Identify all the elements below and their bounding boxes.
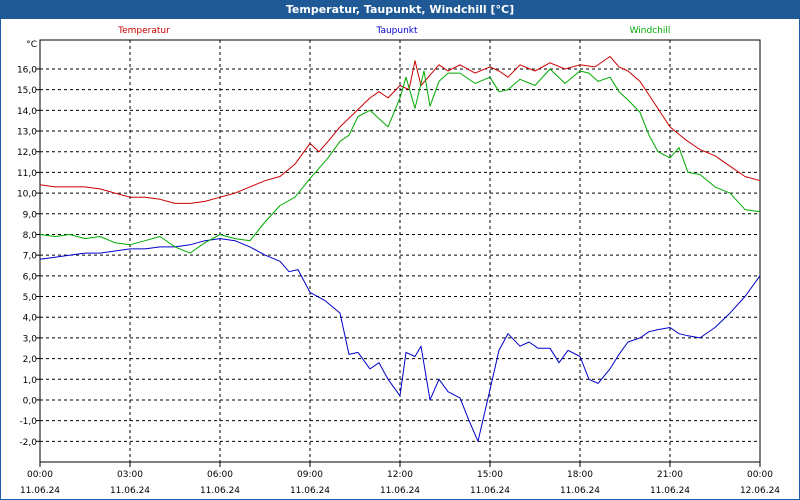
x-tick-date-label: 11.06.24 [20, 486, 60, 496]
y-tick-label: 0,0 [23, 396, 38, 406]
x-tick-time-label: 15:00 [477, 470, 503, 480]
x-tick-date-label: 11.06.24 [200, 486, 240, 496]
grid-layer [40, 40, 760, 462]
y-tick-label: -1,0 [19, 417, 37, 427]
x-tick-time-label: 03:00 [117, 470, 143, 480]
x-tick-time-label: 12:00 [387, 470, 413, 480]
x-tick-time-label: 09:00 [297, 470, 323, 480]
y-tick-label: 7,0 [23, 252, 38, 262]
y-tick-label: 9,0 [23, 210, 38, 220]
x-tick-date-label: 11.06.24 [380, 486, 420, 496]
label-layer: -2,0 -1,0 0,0 1,0 2,0 3,0 4,0 5,0 6,0 7,0 8,0 9,0 10… [17, 26, 780, 496]
y-tick-label: 14,0 [17, 107, 37, 117]
axis-layer [36, 39, 761, 467]
legend-label-taupunkt: Taupunkt [375, 26, 418, 36]
x-tick-time-label: 00:00 [747, 470, 773, 480]
chart-canvas: -2,0 -1,0 0,0 1,0 2,0 3,0 4,0 5,0 6,0 7,0 8,0 9,0 10… [17, 26, 780, 496]
x-tick-time-label: 21:00 [657, 470, 683, 480]
legend-label-temperatur: Temperatur [117, 26, 170, 36]
x-tick-date-label: 11.06.24 [470, 486, 510, 496]
y-tick-label: 16,0 [17, 65, 37, 75]
y-tick-label: 8,0 [23, 231, 38, 241]
y-tick-label: 3,0 [23, 334, 38, 344]
y-tick-label: 2,0 [23, 355, 38, 365]
y-tick-label: 1,0 [23, 376, 38, 386]
y-axis-unit-label: °C [26, 40, 37, 50]
x-tick-date-label: 11.06.24 [560, 486, 600, 496]
y-tick-label: 12,0 [17, 148, 37, 158]
x-tick-date-label: 11.06.24 [650, 486, 690, 496]
y-tick-label: 11,0 [17, 169, 37, 179]
x-tick-time-label: 18:00 [567, 470, 593, 480]
x-tick-date-label: 11.06.24 [110, 486, 150, 496]
y-tick-label: 4,0 [23, 314, 38, 324]
x-tick-date-label: 11.06.24 [290, 486, 330, 496]
y-tick-label: 10,0 [17, 190, 37, 200]
y-tick-label: 5,0 [23, 293, 38, 303]
legend-label-windchill: Windchill [630, 26, 671, 36]
y-tick-label: 6,0 [23, 272, 38, 282]
x-tick-date-label: 12.06.24 [740, 486, 780, 496]
y-tick-label: -2,0 [19, 438, 37, 448]
x-tick-time-label: 00:00 [27, 470, 53, 480]
y-tick-label: 15,0 [17, 86, 37, 96]
x-tick-time-label: 06:00 [207, 470, 233, 480]
y-tick-label: 13,0 [17, 128, 37, 138]
